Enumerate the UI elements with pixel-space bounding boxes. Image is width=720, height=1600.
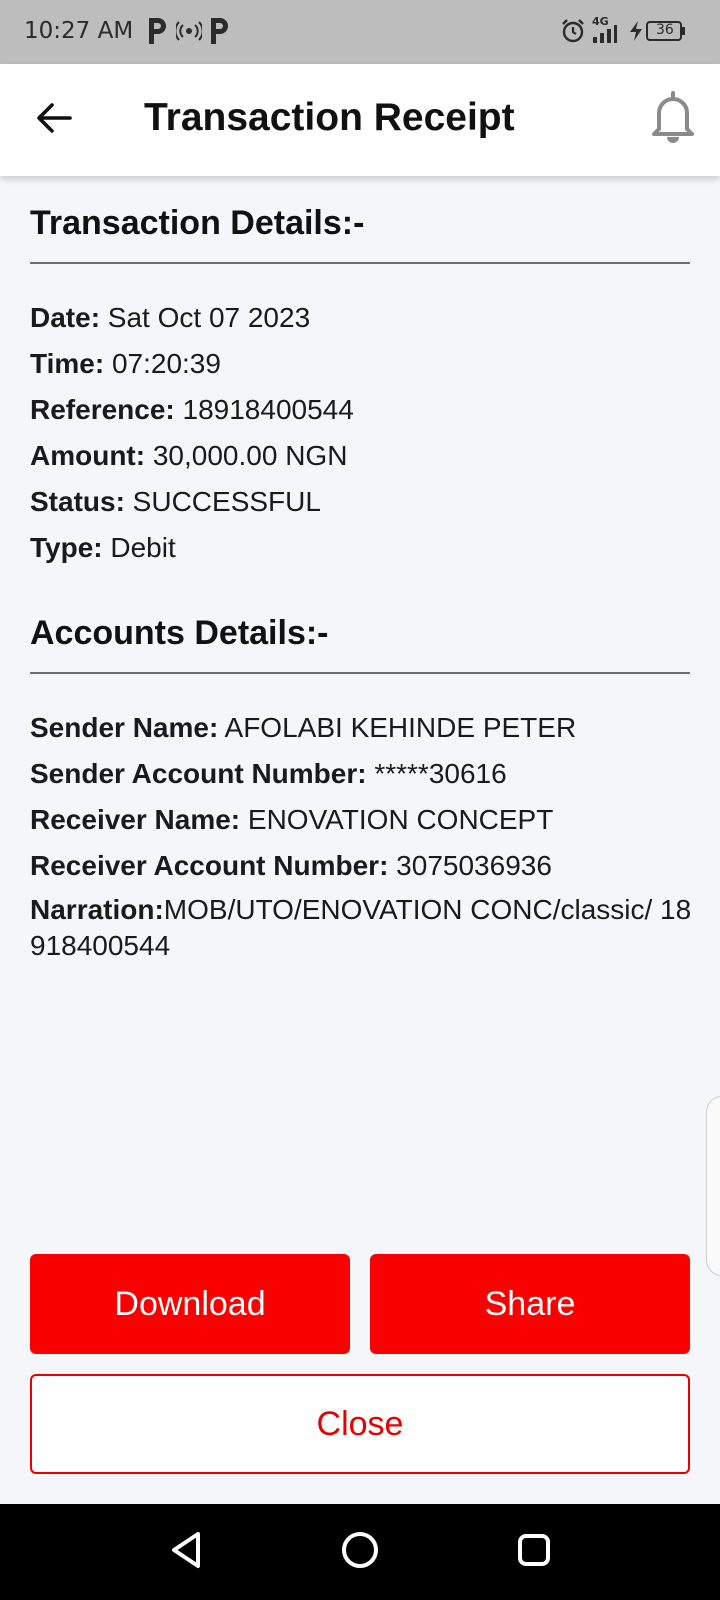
charging-icon bbox=[628, 20, 644, 47]
sender-account-row: Sender Account Number: *****30616 bbox=[30, 756, 507, 792]
field-value: 18918400544 bbox=[174, 394, 354, 425]
back-button[interactable] bbox=[26, 92, 82, 148]
type-row: Type: Debit bbox=[30, 530, 176, 566]
sender-name-row: Sender Name: AFOLABI KEHINDE PETER bbox=[30, 710, 576, 746]
field-label: Receiver Account Number: bbox=[30, 850, 389, 881]
signal-icon bbox=[592, 24, 618, 49]
status-bar: 10:27 AM 4G 36 bbox=[0, 0, 720, 64]
notifications-button[interactable] bbox=[646, 86, 700, 150]
narration-label: Narration: bbox=[30, 894, 164, 925]
amount-row: Amount: 30,000.00 NGN bbox=[30, 438, 347, 474]
field-value: Sat Oct 07 2023 bbox=[100, 302, 311, 333]
transaction-divider bbox=[30, 262, 690, 264]
transaction-details-heading: Transaction Details:- bbox=[30, 204, 365, 242]
field-value: 07:20:39 bbox=[104, 348, 221, 379]
accounts-details-heading: Accounts Details:- bbox=[30, 614, 329, 652]
parking-icon bbox=[146, 14, 168, 53]
accounts-divider bbox=[30, 672, 690, 674]
receiver-account-row: Receiver Account Number: 3075036936 bbox=[30, 848, 552, 884]
alarm-icon bbox=[560, 18, 586, 49]
field-value: AFOLABI KEHINDE PETER bbox=[218, 712, 577, 743]
close-button[interactable]: Close bbox=[30, 1374, 690, 1474]
system-nav-bar bbox=[0, 1504, 720, 1600]
field-value: ENOVATION CONCEPT bbox=[240, 804, 554, 835]
recents-square-icon bbox=[516, 1532, 552, 1573]
field-value: Debit bbox=[102, 532, 176, 563]
field-label: Reference: bbox=[30, 394, 175, 425]
app-bar: Transaction Receipt bbox=[0, 64, 720, 176]
share-button[interactable]: Share bbox=[370, 1254, 690, 1354]
nav-back-button[interactable] bbox=[162, 1528, 210, 1576]
field-label: Amount: bbox=[30, 440, 146, 471]
field-label: Time: bbox=[30, 348, 105, 379]
date-row: Date: Sat Oct 07 2023 bbox=[30, 300, 310, 336]
field-value: *****30616 bbox=[366, 758, 507, 789]
edge-panel-handle[interactable] bbox=[706, 1096, 720, 1276]
field-value: SUCCESSFUL bbox=[124, 486, 321, 517]
hotspot-icon bbox=[174, 20, 204, 47]
nav-home-button[interactable] bbox=[336, 1528, 384, 1576]
field-label: Date: bbox=[30, 302, 101, 333]
status-row: Status: SUCCESSFUL bbox=[30, 484, 321, 520]
battery-level: 36 bbox=[656, 22, 674, 38]
field-label: Receiver Name: bbox=[30, 804, 241, 835]
download-button[interactable]: Download bbox=[30, 1254, 350, 1354]
page-title: Transaction Receipt bbox=[144, 96, 515, 139]
arrow-left-icon bbox=[36, 102, 72, 139]
back-triangle-icon bbox=[168, 1530, 204, 1575]
time-row: Time: 07:20:39 bbox=[30, 346, 221, 382]
field-value: 30,000.00 NGN bbox=[145, 440, 348, 471]
field-value: 3075036936 bbox=[388, 850, 552, 881]
field-label: Sender Name: bbox=[30, 712, 219, 743]
status-time: 10:27 AM bbox=[24, 18, 134, 44]
field-label: Type: bbox=[30, 532, 103, 563]
reference-row: Reference: 18918400544 bbox=[30, 392, 354, 428]
parking-icon bbox=[208, 14, 230, 53]
field-label: Status: bbox=[30, 486, 125, 517]
home-circle-icon bbox=[340, 1530, 380, 1575]
receiver-name-row: Receiver Name: ENOVATION CONCEPT bbox=[30, 802, 553, 838]
narration-row: Narration:MOB/UTO/ENOVATION CONC/classic… bbox=[30, 892, 700, 964]
field-label: Sender Account Number: bbox=[30, 758, 367, 789]
nav-recents-button[interactable] bbox=[510, 1528, 558, 1576]
bell-icon bbox=[651, 89, 695, 148]
